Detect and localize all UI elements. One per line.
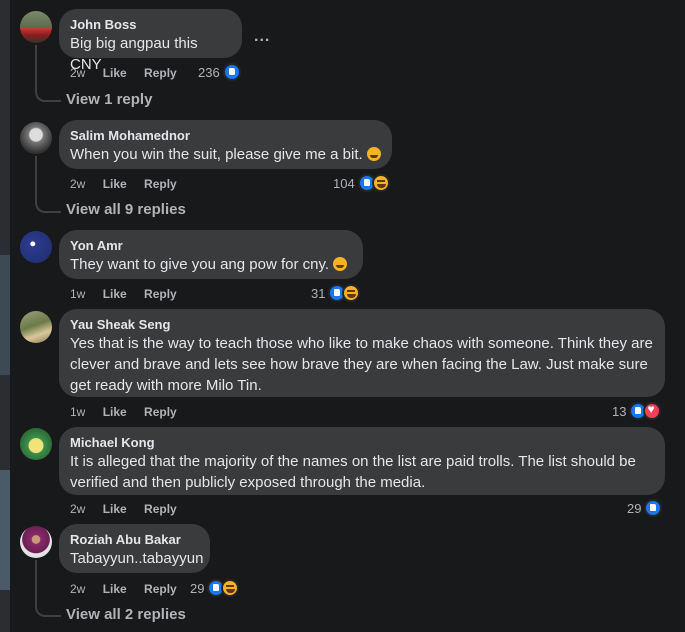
haha-reaction-icon <box>221 579 240 597</box>
comment-actions: 2w Like Reply <box>70 66 191 80</box>
reactions[interactable]: 236 <box>198 63 241 81</box>
comment-text: It is alleged that the majority of the n… <box>70 453 636 491</box>
comment-time[interactable]: 2w <box>70 177 85 191</box>
woman-avatar[interactable] <box>20 526 52 558</box>
comment-time[interactable]: 2w <box>70 66 85 80</box>
comment-actions: 1w Like Reply <box>70 405 191 419</box>
comment-bubble: Yau Sheak Seng Yes that is the way to te… <box>59 309 665 397</box>
reactions-count: 31 <box>311 285 326 301</box>
comment-actions: 1w Like Reply <box>70 287 191 301</box>
reactions-count: 29 <box>627 500 642 516</box>
comment-text: Yes that is the way to teach those who l… <box>70 335 653 394</box>
comment-author[interactable]: Yon Amr <box>70 237 352 254</box>
reactions-count: 236 <box>198 64 220 80</box>
haha-reaction-icon <box>371 174 390 192</box>
comment-author[interactable]: Michael Kong <box>70 434 654 451</box>
comment-time[interactable]: 1w <box>70 405 85 419</box>
comment-bubble: John Boss Big big angpau this CNY <box>59 9 242 73</box>
edge-image-fragment <box>0 255 10 375</box>
reply-thread-line <box>35 156 61 213</box>
reply-button[interactable]: Reply <box>144 405 177 419</box>
comment-author[interactable]: Salim Mohamednor <box>70 127 381 144</box>
comment-bubble: Yon Amr They want to give you ang pow fo… <box>59 230 363 279</box>
reactions[interactable]: 104 <box>333 174 390 192</box>
comment-actions: 2w Like Reply <box>70 582 191 596</box>
like-button[interactable]: Like <box>103 177 127 191</box>
left-edge-strip <box>0 0 10 632</box>
reactions-count: 104 <box>333 175 355 191</box>
grin-emoji-icon <box>366 147 381 161</box>
edge-image-fragment <box>0 470 10 590</box>
like-button[interactable]: Like <box>103 287 127 301</box>
person-avatar[interactable] <box>20 122 52 154</box>
reply-thread-line <box>35 560 61 617</box>
comment-author[interactable]: Roziah Abu Bakar <box>70 531 199 548</box>
view-replies-link[interactable]: View 1 reply <box>66 91 152 108</box>
comment-author[interactable]: John Boss <box>70 16 231 33</box>
view-replies-link[interactable]: View all 9 replies <box>66 201 186 218</box>
reply-thread-line <box>35 45 61 102</box>
comment-bubble: Salim Mohamednor When you win the suit, … <box>59 120 392 169</box>
reactions-count: 29 <box>190 580 205 596</box>
love-reaction-icon <box>643 402 662 420</box>
comment-actions: 2w Like Reply <box>70 502 191 516</box>
comment-text: When you win the suit, please give me a … <box>70 146 363 163</box>
reply-button[interactable]: Reply <box>144 177 177 191</box>
reply-button[interactable]: Reply <box>144 66 177 80</box>
reactions-count: 13 <box>612 403 627 419</box>
comment-time[interactable]: 2w <box>70 502 85 516</box>
comment-text: They want to give you ang pow for cny. <box>70 256 330 273</box>
comment-author[interactable]: Yau Sheak Seng <box>70 316 654 333</box>
reactions[interactable]: 31 <box>311 284 361 302</box>
car-avatar[interactable] <box>20 11 52 43</box>
comment-actions: 2w Like Reply <box>70 177 191 191</box>
reactions[interactable]: 29 <box>190 579 240 597</box>
like-button[interactable]: Like <box>103 582 127 596</box>
comment-time[interactable]: 1w <box>70 287 85 301</box>
like-reaction-icon <box>644 499 663 517</box>
like-button[interactable]: Like <box>103 502 127 516</box>
flag-avatar[interactable] <box>20 231 52 263</box>
reactions[interactable]: 13 <box>612 402 662 420</box>
reply-button[interactable]: Reply <box>144 287 177 301</box>
haha-reaction-icon <box>342 284 361 302</box>
reply-button[interactable]: Reply <box>144 582 177 596</box>
comment-time[interactable]: 2w <box>70 582 85 596</box>
landscape-avatar[interactable] <box>20 311 52 343</box>
cartoon-avatar[interactable] <box>20 428 52 460</box>
like-reaction-icon <box>222 63 241 81</box>
comment-bubble: Roziah Abu Bakar Tabayyun..tabayyun <box>59 524 210 573</box>
reply-button[interactable]: Reply <box>144 502 177 516</box>
reactions[interactable]: 29 <box>627 499 663 517</box>
like-button[interactable]: Like <box>103 66 127 80</box>
view-replies-link[interactable]: View all 2 replies <box>66 606 186 623</box>
comment-text: Tabayyun..tabayyun <box>70 550 204 567</box>
comment-bubble: Michael Kong It is alleged that the majo… <box>59 427 665 495</box>
laugh-emoji-icon <box>333 257 348 271</box>
more-options-icon[interactable]: ... <box>254 28 270 46</box>
like-button[interactable]: Like <box>103 405 127 419</box>
